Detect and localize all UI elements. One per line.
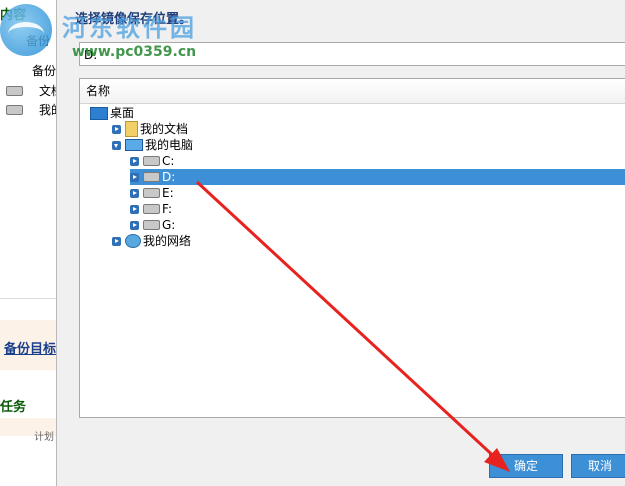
annotation-arrow <box>195 180 510 472</box>
arrow-shaft <box>195 180 502 464</box>
